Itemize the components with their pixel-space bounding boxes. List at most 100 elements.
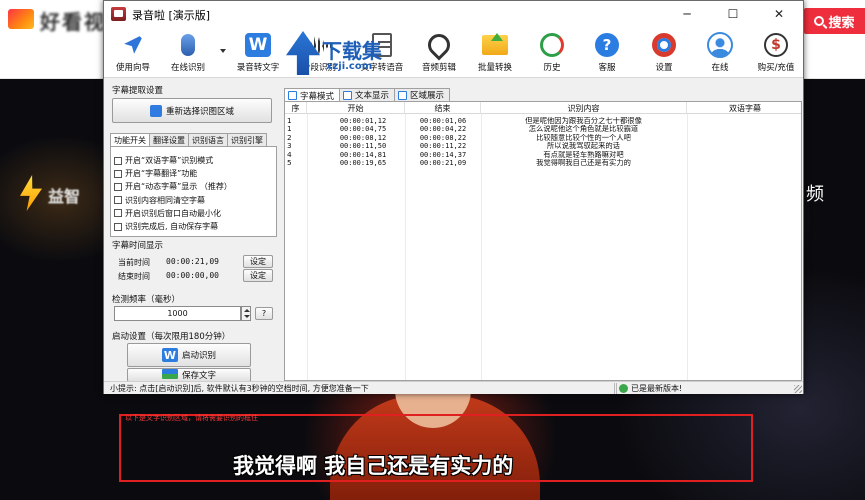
save-icon — [161, 369, 178, 379]
checkbox[interactable] — [114, 156, 122, 165]
table-row[interactable]: 1 00:00:04,75 00:00:04,22 怎么说呢他这个角色就是比较霸… — [285, 125, 801, 134]
resize-grip-icon[interactable] — [794, 385, 802, 393]
toolbar-label: 使用向导 — [115, 63, 150, 73]
clear-duplicate-option[interactable]: 识别内容相同清空字幕 — [114, 194, 276, 207]
auto-minimize-option[interactable]: 开启识别后窗口自动最小化 — [114, 207, 276, 220]
cell-bilingual — [687, 117, 801, 125]
tab-translation[interactable]: 翻译设置 — [149, 133, 189, 146]
column-bilingual[interactable]: 双语字幕 — [687, 102, 801, 114]
toolbar-text-to-speech-button[interactable]: 文字转语音 — [354, 31, 410, 77]
frequency-input[interactable]: 1000 — [114, 306, 241, 321]
column-start[interactable]: 开始 — [307, 102, 405, 114]
spin-up-icon[interactable] — [244, 309, 250, 312]
table-row[interactable]: 3 00:00:11,50 00:00:11,22 所以说我驾驭起来的话 — [285, 142, 801, 151]
site-search-button[interactable]: 搜索 — [804, 8, 865, 34]
set-end-time-button[interactable]: 设定 — [243, 269, 273, 282]
tab-subtitle-mode[interactable]: 字幕模式 — [284, 88, 341, 102]
spin-down-icon[interactable] — [244, 315, 250, 318]
cell-end: 00:00:04,22 — [419, 125, 467, 134]
column-seq[interactable]: 序 — [285, 102, 307, 114]
toolbar-label: 音频剪辑 — [421, 63, 456, 73]
dynamic-subtitle-option[interactable]: 开启“动态字幕”显示 （推荐） — [114, 180, 276, 193]
toolbar-label: 录音转文字 — [236, 63, 280, 73]
tab-label: 字幕模式 — [300, 91, 335, 102]
toolbar-purchase-button[interactable]: $ 购买/充值 — [752, 31, 800, 77]
cell-content: 但是呢他因为跟我百分之七十都很像 — [525, 117, 642, 125]
history-icon — [540, 33, 564, 57]
tab-language[interactable]: 识别语言 — [188, 133, 228, 146]
bilingual-option[interactable]: 开启“双语字幕”识别模式 — [114, 154, 276, 167]
text-display-icon — [343, 90, 353, 100]
navigation-icon — [124, 34, 144, 54]
toolbar-support-button[interactable]: ? 客服 — [587, 31, 627, 77]
toolbar-settings-button[interactable]: 设置 — [644, 31, 684, 77]
cell-seq: 5 — [287, 159, 292, 167]
table-row[interactable]: 4 00:00:14,81 00:00:14,37 有点就是轻车熟路嘛对吧 — [285, 150, 801, 159]
cell-bilingual — [687, 151, 801, 159]
tab-region-display[interactable]: 区域展示 — [394, 88, 451, 101]
table-row[interactable]: 2 00:00:08,12 00:00:08,22 比较随意比较个性的一个人吧 — [285, 134, 801, 142]
cell-content: 所以说我驾驭起来的话 — [547, 142, 620, 151]
frequency-spinner[interactable] — [241, 306, 251, 321]
scissors-icon — [423, 29, 455, 61]
tab-text-display[interactable]: 文本显示 — [339, 88, 396, 101]
toolbar-batch-convert-button[interactable]: 批量转换 — [471, 31, 519, 77]
toolbar-guide-button[interactable]: 使用向导 — [108, 31, 158, 77]
toolbar-label: 在线识别 — [170, 63, 205, 73]
toolbar-label: 文字转语音 — [360, 63, 404, 73]
auto-save-option[interactable]: 识别完成后, 自动保存字幕 — [114, 220, 276, 233]
option-label: 开启识别后窗口自动最小化 — [125, 208, 221, 218]
toolbar-history-button[interactable]: 历史 — [532, 31, 572, 77]
table-row[interactable]: 5 00:00:19,65 00:00:21,09 我觉得啊我自己还是有实力的 — [285, 159, 801, 167]
toolbar-segment-recognize-button[interactable]: 分段识别 — [294, 31, 344, 77]
checkbox[interactable] — [114, 182, 122, 191]
table-row[interactable]: 1 00:00:01,12 00:00:01,06 但是呢他因为跟我百分之七十都… — [285, 117, 801, 125]
start-recognition-label: 启动识别 — [181, 351, 216, 361]
tab-label: 文本显示 — [355, 91, 390, 101]
toolbar-online-recognize-button[interactable]: 在线识别 — [162, 31, 214, 77]
translate-option[interactable]: 开启“字幕翻译”功能 — [114, 167, 276, 180]
coin-icon: $ — [764, 33, 788, 57]
checkbox[interactable] — [114, 209, 122, 218]
minimize-button[interactable]: ─ — [664, 1, 710, 27]
checkbox[interactable] — [114, 169, 122, 178]
status-tip: 小提示: 点击[启动识别]后, 软件默认有3秒钟的空档时间, 方便您准备一下 — [110, 384, 369, 393]
status-divider — [614, 383, 615, 394]
cell-end: 00:00:01,06 — [419, 117, 467, 125]
current-time-value: 00:00:21,09 — [166, 257, 219, 266]
status-divider — [616, 383, 617, 394]
cell-seq: 1 — [287, 117, 292, 125]
save-text-button[interactable]: 保存文字 — [127, 368, 251, 382]
tab-engine[interactable]: 识别引擎 — [227, 133, 267, 146]
reselect-region-button[interactable]: 重新选择识图区域 — [112, 98, 272, 123]
checkbox[interactable] — [114, 222, 122, 231]
toolbar-audio-edit-button[interactable]: 音频剪辑 — [416, 29, 462, 77]
tab-feature-switch[interactable]: 功能开关 — [110, 133, 150, 147]
start-recognition-button[interactable]: W 启动识别 — [127, 343, 251, 367]
toolbar-audio-to-text-button[interactable]: W 录音转文字 — [230, 31, 286, 77]
option-label: 开启“字幕翻译”功能 — [125, 169, 198, 179]
app-logo-icon — [111, 7, 126, 21]
maximize-button[interactable]: ☐ — [710, 1, 756, 27]
chevron-down-icon[interactable] — [220, 49, 226, 53]
cell-end: 00:00:21,09 — [419, 159, 467, 167]
cell-start: 00:00:14,81 — [339, 150, 387, 159]
subtitle-table: 序 开始 结束 识别内容 双语字幕 1 00:00:01,12 00:00:01… — [284, 101, 802, 381]
video-logo-text: 益智 — [48, 187, 81, 206]
close-button[interactable]: ✕ — [756, 1, 802, 27]
extract-settings-title: 字幕提取设置 — [112, 86, 164, 96]
checkbox[interactable] — [114, 196, 122, 205]
column-end[interactable]: 结束 — [405, 102, 481, 114]
toolbar-online-button[interactable]: 在线 — [700, 31, 740, 77]
cell-start: 00:00:19,65 — [339, 159, 387, 167]
set-current-time-button[interactable]: 设定 — [243, 255, 273, 268]
title-bar[interactable]: 录音啦 [演示版] ─ ☐ ✕ — [104, 1, 803, 27]
word-icon: W — [245, 33, 271, 57]
site-logo-text: 好看视 — [40, 10, 106, 34]
frequency-help-button[interactable]: ? — [255, 307, 273, 320]
help-icon: ? — [595, 33, 619, 57]
settings-ring-icon — [652, 33, 676, 57]
option-label: 识别完成后, 自动保存字幕 — [125, 222, 219, 232]
column-content[interactable]: 识别内容 — [481, 102, 687, 114]
cell-seq: 1 — [287, 125, 292, 134]
